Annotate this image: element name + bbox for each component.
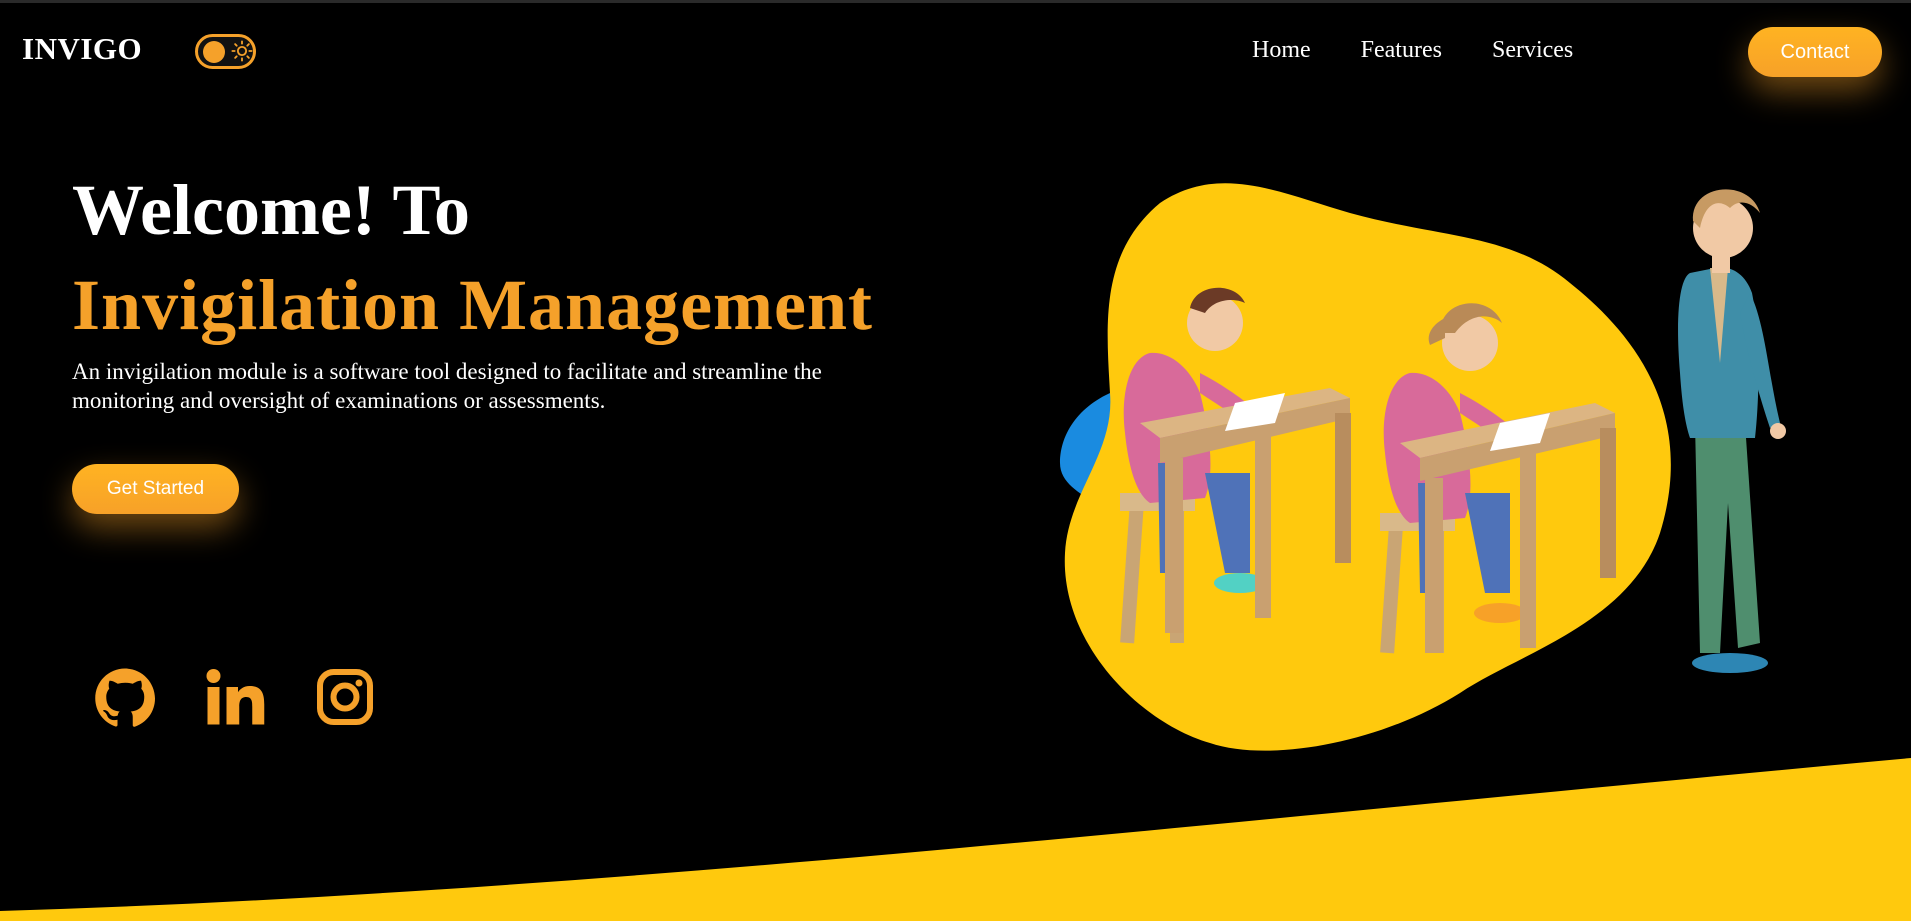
hero-title: Welcome! To: [72, 170, 470, 250]
nav-home[interactable]: Home: [1252, 37, 1311, 64]
linkedin-icon[interactable]: [205, 666, 265, 728]
hero-subtitle: Invigilation Management: [72, 265, 874, 345]
teacher-figure: [1678, 189, 1786, 673]
sun-icon: [231, 40, 253, 62]
instagram-icon[interactable]: [315, 666, 375, 728]
social-links: [95, 666, 375, 728]
github-icon[interactable]: [95, 666, 155, 728]
nav-services[interactable]: Services: [1492, 37, 1573, 64]
nav-features[interactable]: Features: [1361, 37, 1442, 64]
get-started-button[interactable]: Get Started: [72, 464, 239, 514]
bottom-wave-shape: [0, 758, 1911, 921]
main-nav: Home Features Services: [1252, 37, 1573, 64]
toggle-knob: [203, 41, 225, 63]
exam-illustration: [1060, 183, 1786, 751]
contact-button[interactable]: Contact: [1748, 27, 1882, 77]
hero-description: An invigilation module is a software too…: [72, 359, 822, 413]
theme-toggle[interactable]: [195, 34, 256, 69]
logo[interactable]: INVIGO: [22, 31, 142, 67]
header: INVIGO Home Features Services Contact: [0, 3, 1911, 103]
